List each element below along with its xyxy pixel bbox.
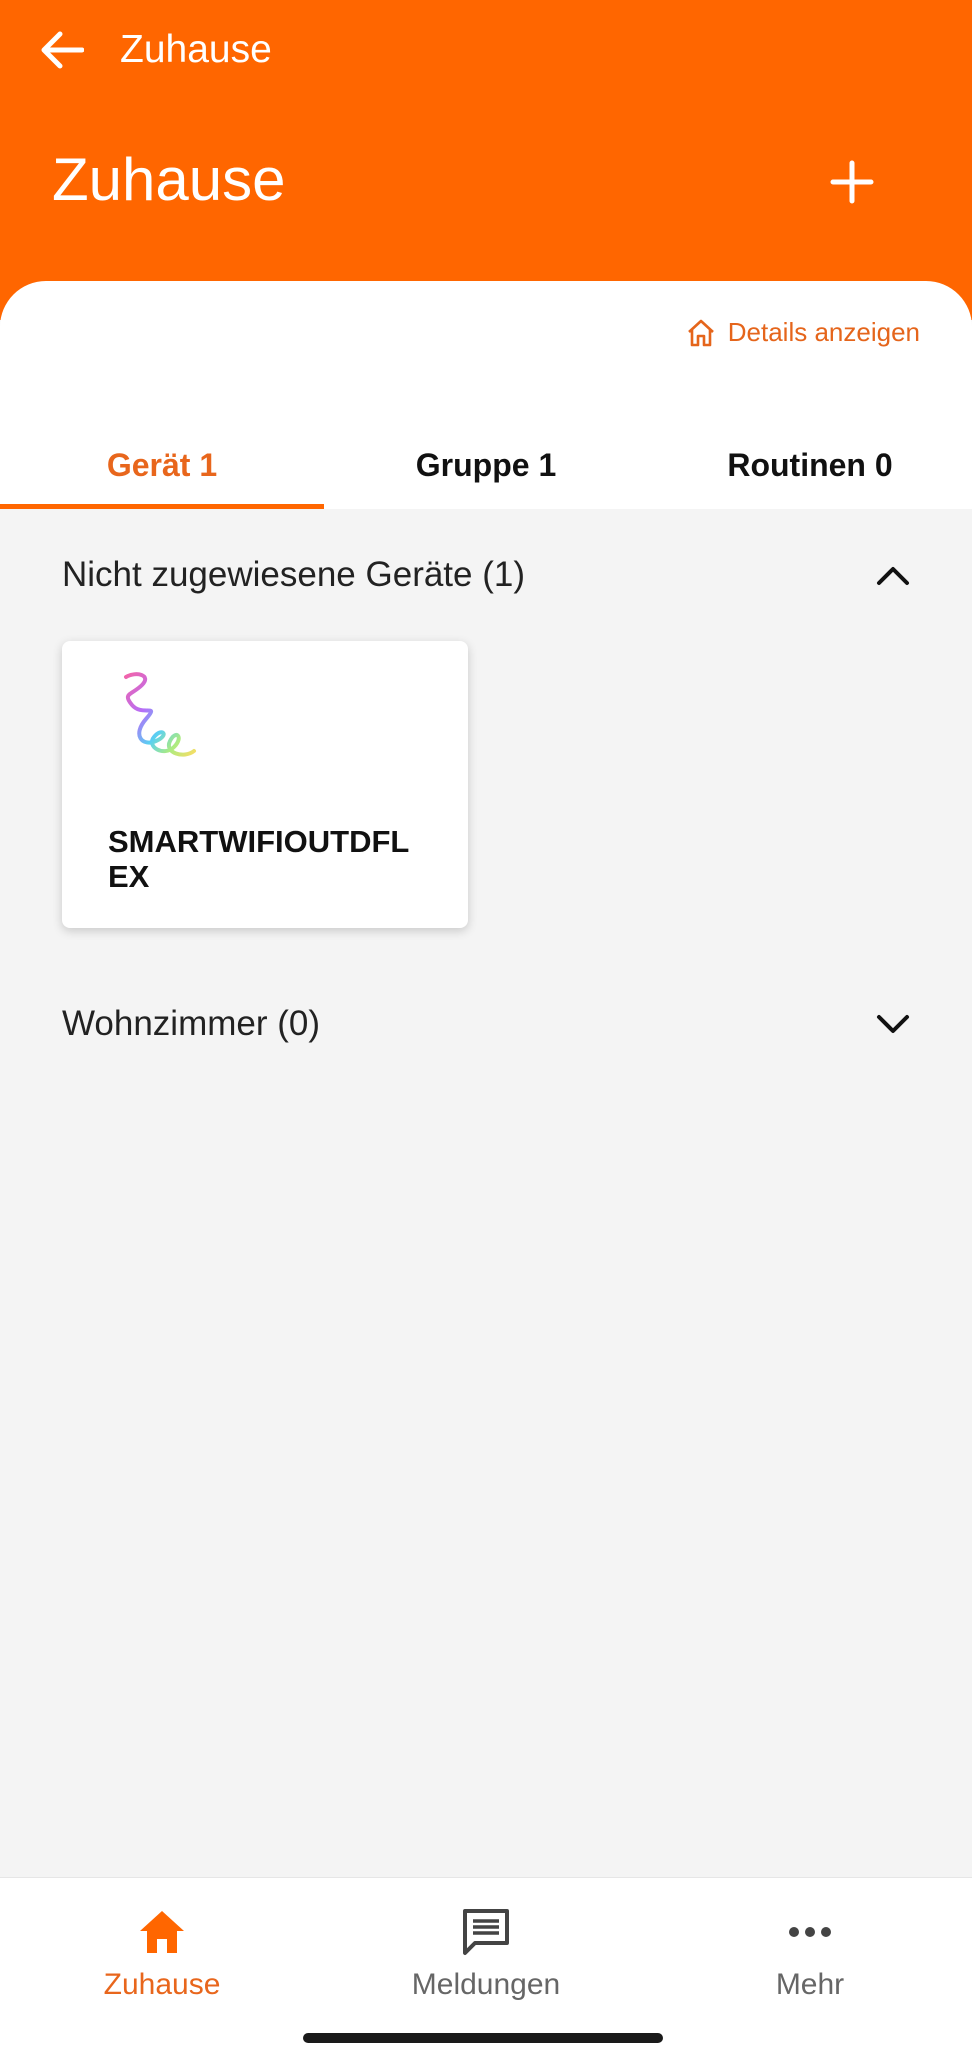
tab-bar: Gerät 1 Gruppe 1 Routinen 0 [0,421,972,509]
section-wohnzimmer[interactable]: Wohnzimmer (0) [62,994,910,1054]
nav-item-zuhause[interactable]: Zuhause [0,1878,324,2057]
section-wohnzimmer-label: Wohnzimmer (0) [62,1004,321,1043]
section-unassigned-devices[interactable]: Nicht zugewiesene Geräte (1) [62,545,910,605]
chevron-up-icon [877,567,909,585]
tab-gruppe-label: Gruppe 1 [415,446,557,483]
nav-label-meldungen: Meldungen [411,1968,561,2001]
led-strip-image [124,672,196,757]
tab-geraet[interactable]: Gerät 1 [0,421,324,509]
device-card[interactable]: SMARTWIFIOUTDFLEX [62,641,468,928]
page-title: Zuhause [52,146,286,213]
more-icon [789,1927,831,1937]
details-link-label: Details anzeigen [727,317,920,347]
nav-title: Zuhause [120,28,272,71]
home-icon [140,1911,184,1953]
back-button[interactable] [36,24,88,76]
nav-label-mehr: Mehr [775,1968,845,2001]
home-indicator [303,2033,663,2043]
arrow-left-icon [41,31,84,69]
section-unassigned-label: Nicht zugewiesene Geräte (1) [62,555,525,594]
content-sheet: Details anzeigen Gerät 1 Gruppe 1 Routin… [0,281,972,509]
add-button[interactable] [820,150,884,214]
chevron-down-icon [877,1015,909,1033]
tab-routinen-label: Routinen 0 [727,446,893,483]
tab-geraet-label: Gerät 1 [106,446,218,483]
nav-label-zuhause: Zuhause [103,1968,221,2001]
tab-gruppe[interactable]: Gruppe 1 [324,421,648,509]
tab-routinen[interactable]: Routinen 0 [648,421,972,509]
details-link[interactable]: Details anzeigen [686,317,920,348]
device-name: SMARTWIFIOUTDFLEX [108,824,410,894]
app-header: Zuhause Zuhause [0,0,972,320]
plus-icon [830,160,874,204]
nav-item-mehr[interactable]: Mehr [648,1878,972,2057]
message-icon [463,1909,509,1955]
home-outline-icon [687,319,714,346]
bottom-navigation: Zuhause Meldungen Mehr [0,1877,972,2057]
nav-item-meldungen[interactable]: Meldungen [324,1878,648,2057]
